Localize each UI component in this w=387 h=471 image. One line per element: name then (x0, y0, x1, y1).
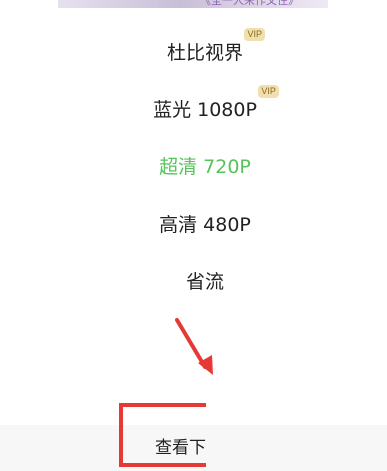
quality-option-1080p[interactable]: 蓝光 1080P VIP (0, 84, 387, 125)
quality-option-label: 蓝光 1080P (153, 98, 257, 121)
quality-option-label: 省流 (185, 270, 224, 293)
quality-option-label: 高清 480P (159, 213, 251, 236)
quality-option-dolby-vision[interactable]: 杜比视界 VIP (0, 27, 387, 68)
view-downloads-button[interactable]: 查看下载 (155, 433, 206, 458)
red-arrow-annotation (175, 318, 213, 375)
quality-option-data-saver[interactable]: 省流 (0, 263, 387, 297)
quality-option-720p-selected[interactable]: 超清 720P (0, 148, 387, 182)
quality-option-480p[interactable]: 高清 480P (0, 206, 387, 240)
quality-option-label: 杜比视界 (166, 41, 243, 64)
vip-badge: VIP (258, 84, 279, 98)
vip-badge: VIP (244, 27, 265, 41)
download-button-highlight-frame: 查看下载 (119, 403, 206, 471)
quality-options-list: 杜比视界 VIP 蓝光 1080P VIP 超清 720P 高清 480P 省流 (0, 0, 387, 471)
quality-option-label: 超清 720P (159, 155, 251, 178)
